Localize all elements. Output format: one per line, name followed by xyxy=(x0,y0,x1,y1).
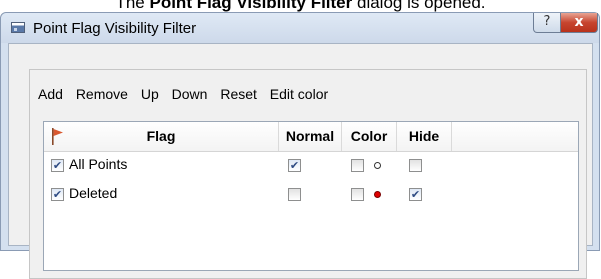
app-window-icon xyxy=(11,22,25,33)
edit-color-button[interactable]: Edit color xyxy=(270,86,328,102)
column-header-hide[interactable]: Hide xyxy=(397,122,452,151)
filter-group-box: Add Remove Up Down Reset Edit color Flag… xyxy=(29,69,587,279)
table-header: Flag Normal Color Hide xyxy=(44,122,578,152)
color-swatch-dot[interactable] xyxy=(374,162,381,169)
table-row[interactable]: ✔ Deleted ✔ xyxy=(44,182,578,207)
column-header-flag[interactable]: Flag xyxy=(44,122,279,151)
normal-checkbox[interactable] xyxy=(288,188,301,201)
remove-button[interactable]: Remove xyxy=(76,86,128,102)
dialog-window: Point Flag Visibility Filter ? x Add Rem… xyxy=(0,12,600,279)
window-title: Point Flag Visibility Filter xyxy=(33,20,197,37)
color-swatch-dot[interactable] xyxy=(374,191,381,198)
flag-table: Flag Normal Color Hide ✔ All Points ✔ ✔ xyxy=(43,121,579,271)
help-button[interactable]: ? xyxy=(533,13,561,33)
hide-checkbox[interactable] xyxy=(409,159,422,172)
down-button[interactable]: Down xyxy=(172,86,208,102)
color-checkbox[interactable] xyxy=(351,188,364,201)
up-button[interactable]: Up xyxy=(141,86,159,102)
table-row[interactable]: ✔ All Points ✔ xyxy=(44,153,578,178)
reset-button[interactable]: Reset xyxy=(220,86,257,102)
color-checkbox[interactable] xyxy=(351,159,364,172)
flag-name: All Points xyxy=(69,156,128,172)
column-header-empty xyxy=(452,122,578,151)
column-header-normal[interactable]: Normal xyxy=(279,122,342,151)
row-select-checkbox[interactable]: ✔ xyxy=(51,188,64,201)
row-select-checkbox[interactable]: ✔ xyxy=(51,159,64,172)
add-button[interactable]: Add xyxy=(38,86,63,102)
hide-checkbox[interactable]: ✔ xyxy=(409,188,422,201)
title-bar[interactable]: Point Flag Visibility Filter ? x xyxy=(1,13,599,43)
column-header-color[interactable]: Color xyxy=(342,122,397,151)
close-button[interactable]: x xyxy=(560,13,598,33)
toolbar: Add Remove Up Down Reset Edit color xyxy=(38,86,337,106)
flag-name: Deleted xyxy=(69,185,118,201)
dialog-client-area: Add Remove Up Down Reset Edit color Flag… xyxy=(8,43,593,279)
normal-checkbox[interactable]: ✔ xyxy=(288,159,301,172)
